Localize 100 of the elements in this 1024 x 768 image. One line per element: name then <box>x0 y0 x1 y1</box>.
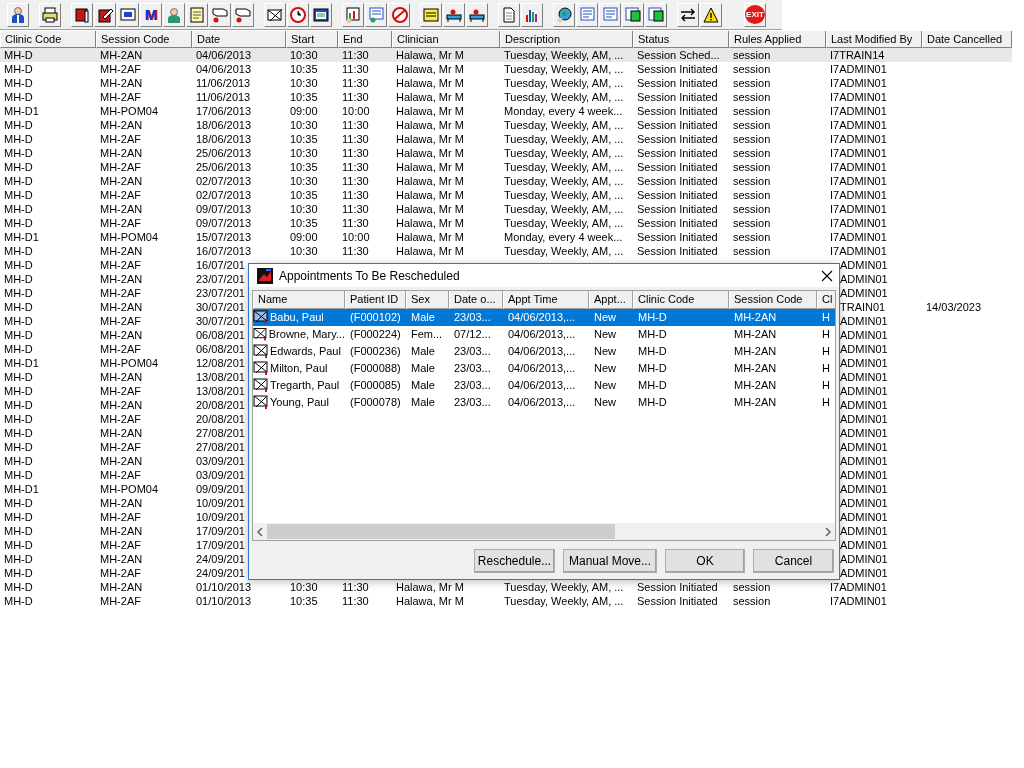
table-cell: 01/10/2013 <box>196 595 252 607</box>
table-cell: Halawa, Mr M <box>396 231 464 243</box>
table-cell: 17/09/201 <box>196 539 245 551</box>
table-cell: 09:00 <box>290 231 318 243</box>
table-cell: MH-D1 <box>4 231 39 243</box>
list-cell-text: MH-D <box>637 395 668 410</box>
table-cell: ADMIN01 <box>840 259 888 271</box>
list-cell-text: Fem... <box>410 327 444 342</box>
table-cell: session <box>733 133 771 145</box>
table-cell: MH-2AN <box>100 525 143 537</box>
table-cell: Session Initiated <box>637 245 718 257</box>
table-cell: session <box>733 189 771 201</box>
table-cell: 18/06/2013 <box>196 133 252 145</box>
table-cell: Tuesday, Weekly, AM, ... <box>504 245 624 257</box>
table-cell: I7ADMIN01 <box>830 595 887 607</box>
table-cell: MH-POM04 <box>100 231 159 243</box>
table-cell: MH-2AN <box>100 553 143 565</box>
table-cell: Tuesday, Weekly, AM, ... <box>504 147 624 159</box>
table-cell: 23/07/201 <box>196 273 245 285</box>
table-cell: MH-D <box>4 49 33 61</box>
table-cell: Session Initiated <box>637 595 718 607</box>
table-cell: 17/09/201 <box>196 525 245 537</box>
table-cell: 10:30 <box>290 203 318 215</box>
dialog-title: Appointments To Be Rescheduled <box>279 268 461 283</box>
table-cell: MH-D <box>4 63 33 75</box>
table-cell: MH-D <box>4 259 33 271</box>
table-cell: Session Initiated <box>637 91 718 103</box>
list-cell-text: MH-2AN <box>733 378 778 393</box>
table-cell: I7ADMIN01 <box>830 63 887 75</box>
table-cell: MH-D <box>4 595 33 607</box>
table-cell: I7ADMIN01 <box>830 77 887 89</box>
list-cell-text: H <box>821 378 831 393</box>
table-cell: MH-D <box>4 77 33 89</box>
table-cell: Session Initiated <box>637 147 718 159</box>
list-cell-text: Tregarth, Paul <box>270 378 340 393</box>
table-cell: I7ADMIN01 <box>830 217 887 229</box>
table-cell: MH-2AN <box>100 427 143 439</box>
table-cell: 25/06/2013 <box>196 147 252 159</box>
table-cell: 10:35 <box>290 161 318 173</box>
table-cell: MH-D <box>4 399 33 411</box>
table-cell: 25/06/2013 <box>196 161 252 173</box>
table-cell: session <box>733 217 771 229</box>
table-cell: I7TRAIN14 <box>830 49 885 61</box>
table-cell: 10:35 <box>290 63 318 75</box>
list-cell-text: Male <box>410 378 436 393</box>
table-cell: Session Initiated <box>637 119 718 131</box>
list-cell-text: 04/06/2013,... <box>507 378 577 393</box>
list-cell-text: MH-2AN <box>733 310 778 325</box>
list-cell-text: New <box>593 310 617 325</box>
list-cell-text: New <box>593 344 617 359</box>
table-cell: MH-D <box>4 287 33 299</box>
table-cell: 16/07/2013 <box>196 245 252 257</box>
table-cell: Halawa, Mr M <box>396 203 464 215</box>
list-cell-text: Milton, Paul <box>270 361 328 376</box>
table-cell: MH-2AF <box>100 385 141 397</box>
table-cell: Session Initiated <box>637 105 718 117</box>
table-cell: MH-2AF <box>100 91 141 103</box>
table-cell: ADMIN01 <box>840 469 888 481</box>
list-cell-text: (F000236) <box>349 344 402 359</box>
letter-label: M <box>144 7 158 22</box>
table-cell: MH-D <box>4 371 33 383</box>
table-cell: Halawa, Mr M <box>396 105 464 117</box>
table-cell: I7ADMIN01 <box>830 231 887 243</box>
table-cell: 11:30 <box>342 63 369 75</box>
table-cell: 02/07/2013 <box>196 175 252 187</box>
table-cell: MH-D <box>4 385 33 397</box>
table-cell: 17/06/2013 <box>196 105 252 117</box>
table-cell: ADMIN01 <box>840 441 888 453</box>
table-cell: MH-2AF <box>100 63 141 75</box>
table-cell: 02/07/2013 <box>196 189 252 201</box>
table-cell: MH-2AF <box>100 161 141 173</box>
table-cell: Halawa, Mr M <box>396 147 464 159</box>
table-cell: Halawa, Mr M <box>396 581 464 593</box>
list-cell-text: H <box>821 327 831 342</box>
table-cell: Tuesday, Weekly, AM, ... <box>504 161 624 173</box>
table-cell: 13/08/201 <box>196 385 245 397</box>
table-cell: MH-2AN <box>100 301 143 313</box>
table-cell: MH-2AN <box>100 49 143 61</box>
table-cell: 10:35 <box>290 133 318 145</box>
table-cell: ADMIN01 <box>840 287 888 299</box>
table-cell: MH-2AF <box>100 511 141 523</box>
table-cell: session <box>733 105 771 117</box>
table-cell: ADMIN01 <box>840 371 888 383</box>
table-cell: 09/09/201 <box>196 483 245 495</box>
table-cell: MH-D1 <box>4 357 39 369</box>
table-cell: 30/07/201 <box>196 315 245 327</box>
list-cell-text: MH-D <box>637 378 668 393</box>
table-cell: MH-D <box>4 581 33 593</box>
table-cell: MH-2AN <box>100 77 143 89</box>
list-cell-text: MH-D <box>637 327 668 342</box>
table-cell: Session Initiated <box>637 161 718 173</box>
table-cell: Tuesday, Weekly, AM, ... <box>504 63 624 75</box>
table-cell: 06/08/201 <box>196 329 245 341</box>
table-cell: MH-D <box>4 329 33 341</box>
table-cell: MH-2AN <box>100 581 143 593</box>
table-cell: MH-2AN <box>100 147 143 159</box>
table-cell: ADMIN01 <box>840 525 888 537</box>
table-cell: 11:30 <box>342 77 369 89</box>
table-cell: MH-D <box>4 119 33 131</box>
table-cell: MH-2AF <box>100 413 141 425</box>
